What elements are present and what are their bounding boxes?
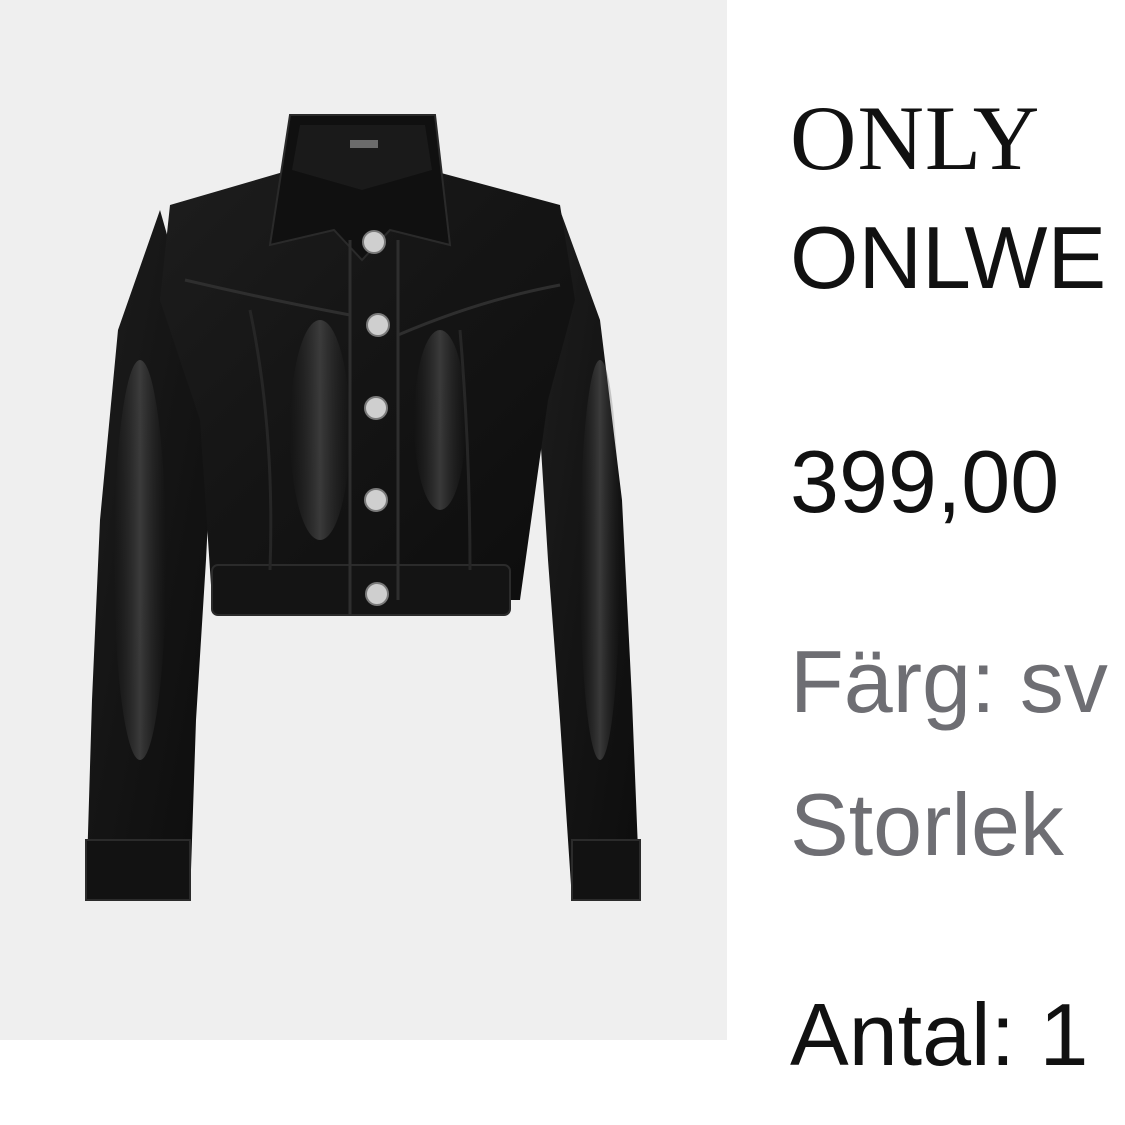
jacket-illustration (85, 114, 641, 901)
size-label: Storlek (790, 775, 1064, 874)
brand-name[interactable]: ONLY (790, 88, 1040, 188)
product-info: ONLY ONLWE 399,00 Färg: sv Storlek Antal… (790, 0, 1125, 1125)
product-price: 399,00 (790, 432, 1060, 531)
quantity-label: Antal: 1 (790, 985, 1089, 1084)
color-label: Färg: sv (790, 632, 1108, 731)
product-name[interactable]: ONLWE (790, 208, 1106, 308)
product-image[interactable] (0, 0, 727, 1040)
